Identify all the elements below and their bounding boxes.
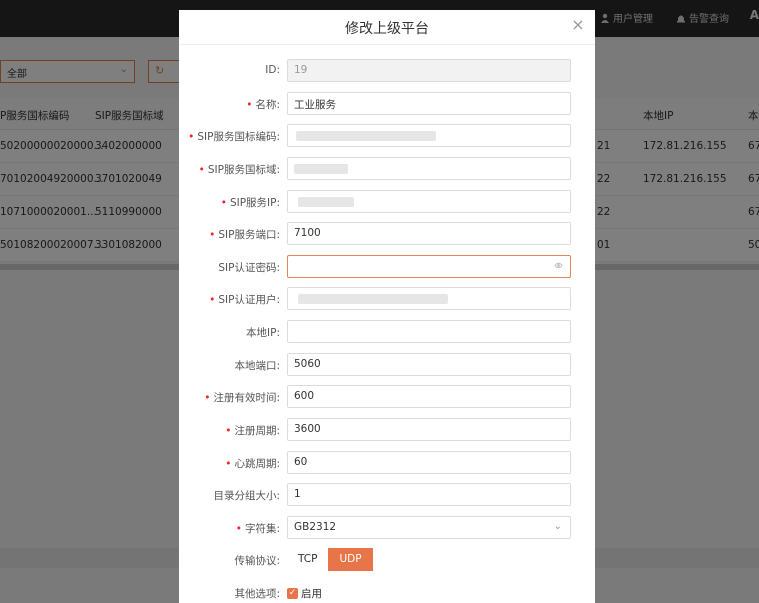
form-row-sip-port: • SIP服务端口: 7100 (179, 222, 595, 246)
local-ip-field[interactable] (287, 320, 571, 343)
form-row-name: • 名称: 工业服务 (179, 92, 595, 116)
field-label: SIP服务端口: (218, 229, 280, 241)
form-row-register-expire: • 注册有效时间: 600 (179, 385, 595, 409)
field-label: 本地IP: (246, 327, 280, 339)
checkmark-icon: ✓ (287, 588, 298, 599)
form-row-catalog-group-size: 目录分组大小: 1 (179, 483, 595, 507)
edit-platform-dialog: 修改上级平台 × ID: 19 • 名称: 工业服务 • SIP服务国标编码: • S… (179, 10, 595, 603)
form-row-sip-code: • SIP服务国标编码: (179, 124, 595, 148)
form-row-heartbeat-period: • 心跳周期: 60 (179, 451, 595, 475)
field-label: 心跳周期: (234, 458, 280, 470)
sip-code-field[interactable] (287, 124, 571, 147)
field-label: 本地端口: (234, 360, 280, 372)
sip-password-field[interactable] (287, 255, 571, 278)
local-port-field[interactable]: 5060 (287, 353, 571, 376)
form-row-sip-user: • SIP认证用户: (179, 287, 595, 311)
required-mark: • (220, 197, 227, 209)
required-mark: • (225, 458, 232, 470)
required-mark: • (209, 294, 216, 306)
enable-checkbox[interactable]: ✓ 启用 (287, 586, 322, 601)
field-label: SIP服务国标域: (207, 164, 280, 176)
id-field: 19 (287, 59, 571, 82)
required-mark: • (209, 229, 216, 241)
form-row-sip-password: SIP认证密码: (179, 255, 595, 279)
dialog-title: 修改上级平台 (345, 21, 429, 37)
field-label: ID: (265, 64, 280, 76)
form-row-local-ip: 本地IP: (179, 320, 595, 344)
field-label: SIP认证密码: (218, 262, 280, 274)
field-label: SIP服务IP: (229, 197, 280, 209)
form-row-register-period: • 注册周期: 3600 (179, 418, 595, 442)
field-label: SIP服务国标编码: (197, 131, 280, 143)
form-row-sip-domain: • SIP服务国标域: (179, 157, 595, 181)
field-label: SIP认证用户: (218, 294, 280, 306)
form-row-local-port: 本地端口: 5060 (179, 353, 595, 377)
form-row-transport: 传输协议: TCP UDP (179, 548, 595, 572)
required-mark: • (225, 425, 232, 437)
field-label: 字符集: (244, 523, 280, 535)
field-label: 其他选项: (234, 588, 280, 600)
form-row-charset: • 字符集: GB2312 ⌄ (179, 516, 595, 540)
required-mark: • (188, 131, 195, 143)
redacted-value (296, 131, 436, 141)
charset-select[interactable]: GB2312 ⌄ (287, 516, 571, 539)
redacted-value (294, 164, 348, 174)
form-row-other: 其他选项: ✓ 启用 (179, 581, 595, 603)
field-label: 传输协议: (234, 555, 280, 567)
sip-user-field[interactable] (287, 287, 571, 310)
field-label: 目录分组大小: (213, 490, 280, 502)
form-row-id: ID: 19 (179, 59, 595, 83)
redacted-value (298, 294, 448, 304)
sip-port-field[interactable]: 7100 (287, 222, 571, 245)
required-mark: • (204, 392, 211, 404)
heartbeat-period-field[interactable]: 60 (287, 451, 571, 474)
form-row-sip-ip: • SIP服务IP: (179, 190, 595, 214)
field-label: 注册周期: (234, 425, 280, 437)
name-field[interactable]: 工业服务 (287, 92, 571, 115)
catalog-group-size-field[interactable]: 1 (287, 483, 571, 506)
sip-domain-field[interactable] (287, 157, 571, 180)
register-period-field[interactable]: 3600 (287, 418, 571, 441)
password-toggle-icon[interactable] (554, 261, 563, 270)
close-icon[interactable]: × (571, 17, 585, 33)
field-label: 注册有效时间: (213, 392, 280, 404)
required-mark: • (198, 164, 205, 176)
register-expire-field[interactable]: 600 (287, 385, 571, 408)
sip-ip-field[interactable] (287, 190, 571, 213)
transport-radio-group: TCP UDP (287, 548, 373, 571)
chevron-down-icon: ⌄ (553, 521, 562, 532)
transport-udp-button[interactable]: UDP (328, 548, 373, 571)
required-mark: • (235, 523, 242, 535)
field-label: 名称: (255, 99, 280, 111)
redacted-value (298, 197, 354, 207)
transport-tcp-button[interactable]: TCP (287, 548, 329, 571)
dialog-header: 修改上级平台 × (179, 10, 595, 45)
required-mark: • (246, 99, 253, 111)
